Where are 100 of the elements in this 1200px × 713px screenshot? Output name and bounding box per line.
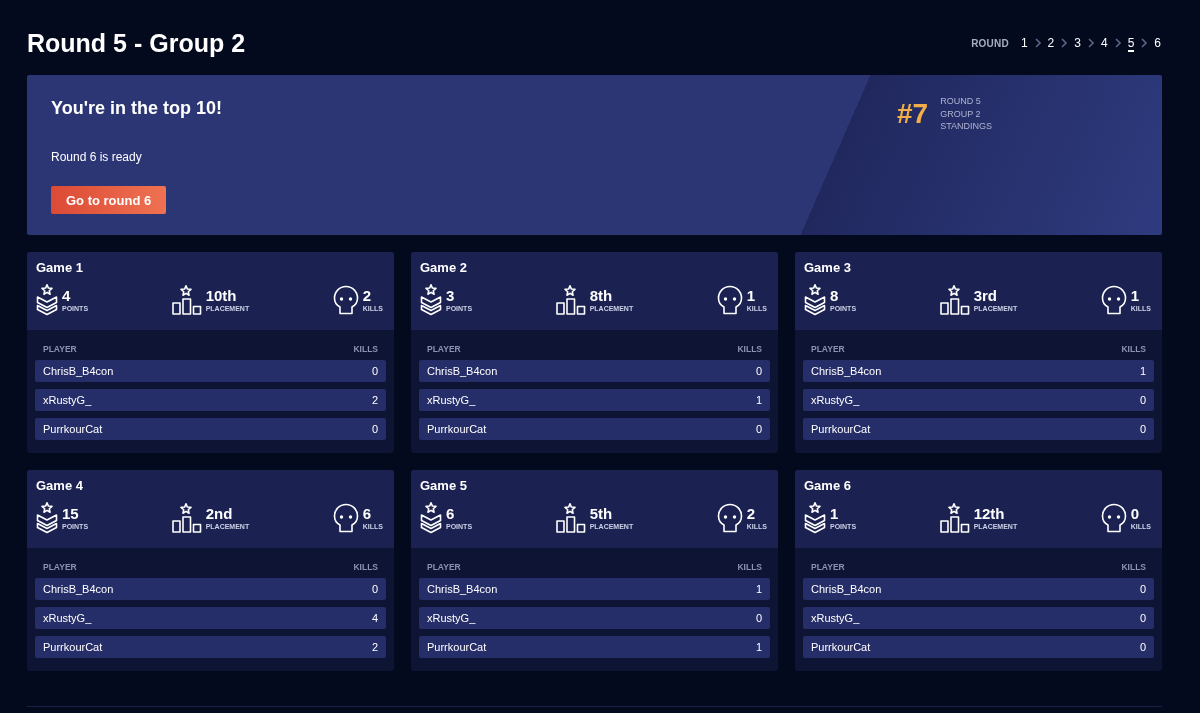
round-link[interactable]: 3 — [1074, 34, 1081, 52]
kills-count: 0 — [1139, 422, 1146, 436]
stat-value: 15 — [62, 505, 80, 522]
banner-title: You're in the top 10! — [51, 97, 222, 119]
stat-value: 1 — [830, 505, 840, 522]
round-link[interactable]: 6 — [1154, 34, 1161, 52]
rank-caption: GROUP 2 — [940, 107, 982, 120]
player-name: PurrkourCat — [43, 640, 103, 654]
skull-icon — [1100, 503, 1127, 533]
game-title: Game 6 — [804, 478, 852, 494]
stat-value: 2 — [362, 287, 373, 304]
game-title: Game 5 — [420, 478, 468, 494]
player-name: PurrkourCat — [43, 422, 103, 436]
column-header: PLAYER — [427, 561, 461, 573]
chevron-right-icon — [1061, 38, 1068, 48]
podium-star-icon — [171, 285, 202, 315]
stat-value: 4 — [62, 287, 72, 304]
page-title: Round 5 - Group 2 — [27, 28, 246, 58]
column-header: KILLS — [737, 561, 762, 573]
kills-count: 2 — [371, 640, 378, 654]
game-title: Game 3 — [804, 260, 852, 276]
skull-icon — [332, 503, 359, 533]
kills-count: 0 — [371, 422, 378, 436]
chevron-star-icon — [420, 502, 442, 534]
stat-value: 6 — [446, 505, 456, 522]
go-to-round-button[interactable]: Go to round 6 — [51, 186, 167, 214]
column-header: PLAYER — [43, 343, 77, 355]
stat-value: 0 — [1130, 505, 1141, 522]
kills-count: 0 — [755, 611, 762, 625]
stat-value: 5th — [589, 505, 614, 522]
stat-value: 1 — [1130, 287, 1141, 304]
player-name: ChrisB_B4con — [811, 582, 882, 596]
stat-value: 2 — [746, 505, 757, 522]
chevron-star-icon — [36, 502, 58, 534]
kills-count: 0 — [371, 364, 378, 378]
player-name: PurrkourCat — [427, 422, 487, 436]
column-header: KILLS — [353, 343, 378, 355]
podium-star-icon — [939, 285, 970, 315]
rank-number: #7 — [897, 97, 929, 130]
kills-count: 1 — [1139, 364, 1146, 378]
stat-value: 3rd — [973, 287, 998, 304]
player-name: xRustyG_ — [43, 611, 92, 625]
stat-value: 1 — [746, 287, 757, 304]
stat-value: 6 — [362, 505, 373, 522]
player-name: PurrkourCat — [811, 422, 871, 436]
player-name: ChrisB_B4con — [43, 364, 114, 378]
stat-value: 2nd — [205, 505, 234, 522]
player-name: ChrisB_B4con — [427, 582, 498, 596]
game-title: Game 2 — [420, 260, 468, 276]
round-link[interactable]: 1 — [1020, 34, 1028, 52]
podium-star-icon — [939, 503, 970, 533]
chevron-right-icon — [1141, 38, 1148, 48]
kills-count: 1 — [755, 393, 762, 407]
player-name: ChrisB_B4con — [427, 364, 498, 378]
column-header: PLAYER — [427, 343, 461, 355]
kills-count: 0 — [1139, 640, 1146, 654]
kills-count: 0 — [755, 422, 762, 436]
player-name: xRustyG_ — [811, 393, 860, 407]
stat-value: 8th — [589, 287, 614, 304]
podium-star-icon — [555, 503, 586, 533]
kills-count: 2 — [371, 393, 378, 407]
podium-star-icon — [555, 285, 586, 315]
round-link[interactable]: 2 — [1047, 34, 1055, 52]
podium-star-icon — [171, 503, 202, 533]
kills-count: 1 — [755, 582, 762, 596]
chevron-star-icon — [420, 284, 442, 316]
chevron-right-icon — [1034, 38, 1041, 48]
kills-count: 4 — [371, 611, 378, 625]
column-header: PLAYER — [43, 561, 77, 573]
column-header: KILLS — [1121, 561, 1146, 573]
round-link[interactable]: 5 — [1127, 34, 1135, 52]
stat-value: 8 — [830, 287, 840, 304]
game-title: Game 4 — [36, 478, 84, 494]
kills-count: 1 — [755, 640, 762, 654]
stat-value: 10th — [205, 287, 238, 304]
skull-icon — [716, 503, 743, 533]
skull-icon — [716, 285, 743, 315]
kills-count: 0 — [1139, 611, 1146, 625]
round-link[interactable]: 4 — [1100, 34, 1108, 52]
player-name: ChrisB_B4con — [43, 582, 114, 596]
stat-value: 3 — [446, 287, 456, 304]
player-name: xRustyG_ — [811, 611, 860, 625]
player-name: PurrkourCat — [427, 640, 487, 654]
column-header: PLAYER — [811, 343, 845, 355]
stat-value: 12th — [973, 505, 1006, 522]
chevron-right-icon — [1087, 38, 1094, 48]
chevron-star-icon — [804, 502, 826, 534]
rank-caption: STANDINGS — [940, 120, 992, 133]
kills-count: 0 — [1139, 393, 1146, 407]
column-header: KILLS — [737, 343, 762, 355]
kills-count: 0 — [1139, 582, 1146, 596]
kills-count: 0 — [755, 364, 762, 378]
column-header: KILLS — [1121, 343, 1146, 355]
game-title: Game 1 — [36, 260, 84, 276]
rank-caption: ROUND 5 — [940, 95, 982, 108]
player-name: xRustyG_ — [427, 393, 476, 407]
skull-icon — [1100, 285, 1127, 315]
banner-message: Round 6 is ready — [51, 150, 142, 164]
column-header: KILLS — [353, 561, 378, 573]
kills-count: 0 — [371, 582, 378, 596]
